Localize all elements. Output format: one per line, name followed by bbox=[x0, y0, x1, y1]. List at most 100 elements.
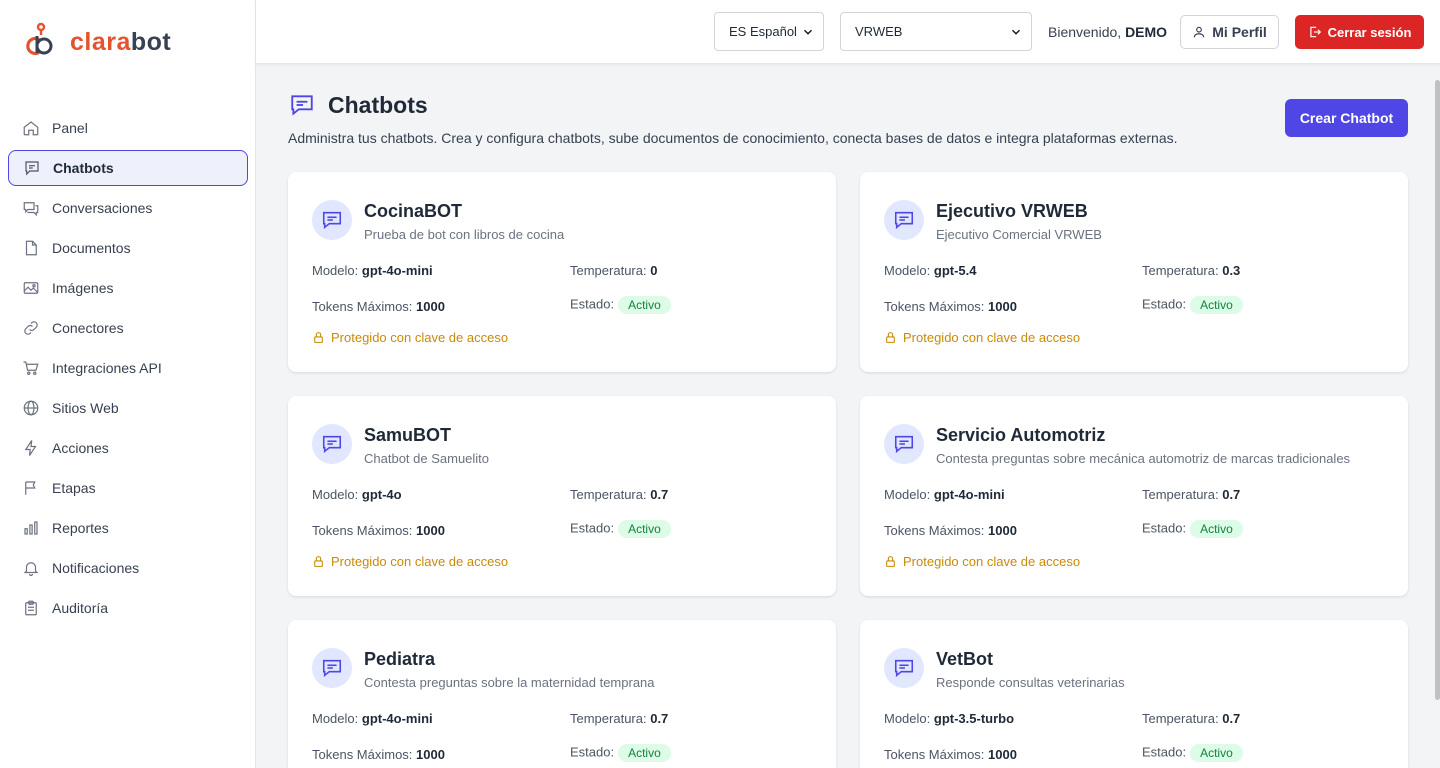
chat-icon bbox=[322, 435, 342, 453]
workspace-select-value: VRWEB bbox=[855, 24, 903, 39]
sidebar-item-label: Reportes bbox=[52, 520, 109, 536]
chatbot-status: Estado: Activo bbox=[570, 296, 671, 314]
chatbot-temperature: Temperatura: 0.7 bbox=[570, 487, 669, 502]
status-badge: Activo bbox=[1190, 520, 1243, 538]
sidebar-item-chatbots[interactable]: Chatbots bbox=[8, 150, 248, 186]
chatbot-model: Modelo: gpt-3.5-turbo bbox=[884, 711, 1015, 726]
chatbot-model: Modelo: gpt-5.4 bbox=[884, 263, 977, 278]
sidebar-item-label: Acciones bbox=[52, 440, 109, 456]
bar-chart-icon bbox=[24, 521, 38, 535]
sidebar-item-label: Imágenes bbox=[52, 280, 114, 296]
chatbot-card[interactable]: Pediatra Contesta preguntas sobre la mat… bbox=[288, 620, 836, 768]
page-title: Chatbots bbox=[328, 92, 428, 118]
bell-icon bbox=[23, 562, 39, 577]
chatbot-card[interactable]: SamuBOT Chatbot de Samuelito Modelo: gpt… bbox=[288, 396, 836, 596]
sidebar-item-imagenes[interactable]: Imágenes bbox=[8, 270, 248, 306]
chatbot-avatar bbox=[312, 424, 352, 464]
link-icon bbox=[24, 321, 38, 335]
chatbot-description: Contesta preguntas sobre mecánica automo… bbox=[936, 451, 1351, 466]
profile-button-label: Mi Perfil bbox=[1212, 24, 1267, 40]
sidebar-item-reportes[interactable]: Reportes bbox=[8, 510, 248, 546]
chatbot-avatar bbox=[884, 648, 924, 688]
protected-notice: Protegido con clave de acceso bbox=[312, 554, 508, 569]
chat-icon bbox=[322, 211, 342, 229]
chatbot-max-tokens: Tokens Máximos: 1000 bbox=[312, 747, 445, 762]
sidebar-item-label: Auditoría bbox=[52, 600, 109, 616]
chatbot-model: Modelo: gpt-4o bbox=[312, 487, 402, 502]
chatbot-name: Ejecutivo VRWEB bbox=[936, 201, 1088, 221]
page-description: Administra tus chatbots. Crea y configur… bbox=[288, 130, 1178, 146]
welcome-message: Bienvenido, DEMO bbox=[1048, 24, 1167, 40]
language-select-value: ES Español bbox=[729, 24, 797, 39]
lock-icon bbox=[886, 556, 895, 567]
sidebar-item-conversaciones[interactable]: Conversaciones bbox=[8, 190, 248, 226]
cart-icon bbox=[23, 361, 39, 375]
workspace-select[interactable]: VRWEB bbox=[840, 12, 1032, 51]
logo-icon bbox=[26, 22, 53, 56]
sidebar-item-auditoria[interactable]: Auditoría bbox=[8, 590, 248, 626]
chatbot-card[interactable]: VetBot Responde consultas veterinarias M… bbox=[860, 620, 1408, 768]
chatbot-status: Estado: Activo bbox=[1142, 744, 1243, 762]
chatbot-model: Modelo: gpt-4o-mini bbox=[312, 263, 433, 278]
sidebar-item-label: Sitios Web bbox=[52, 400, 119, 416]
chatbot-status: Estado: Activo bbox=[570, 520, 671, 538]
chat-icon bbox=[25, 161, 39, 176]
status-badge: Activo bbox=[618, 520, 671, 538]
profile-button[interactable]: Mi Perfil bbox=[1180, 15, 1279, 49]
chat-icon bbox=[291, 95, 313, 116]
user-icon bbox=[1194, 26, 1205, 38]
sidebar-item-panel[interactable]: Panel bbox=[8, 110, 248, 146]
chat-icon bbox=[894, 435, 914, 453]
chatbot-avatar bbox=[884, 424, 924, 464]
chatbot-description: Responde consultas veterinarias bbox=[936, 675, 1125, 690]
chatbot-description: Ejecutivo Comercial VRWEB bbox=[936, 227, 1102, 242]
language-select[interactable]: ES Español bbox=[714, 12, 824, 51]
create-chatbot-button[interactable]: Crear Chatbot bbox=[1285, 99, 1408, 137]
sidebar-item-acciones[interactable]: Acciones bbox=[8, 430, 248, 466]
chatbot-max-tokens: Tokens Máximos: 1000 bbox=[884, 299, 1017, 314]
lock-icon bbox=[314, 556, 323, 567]
conversations-icon bbox=[23, 202, 39, 217]
sidebar-item-sitios-web[interactable]: Sitios Web bbox=[8, 390, 248, 426]
logout-button-label: Cerrar sesión bbox=[1327, 24, 1412, 40]
chevron-down-icon bbox=[1011, 29, 1021, 35]
chatbot-card[interactable]: Servicio Automotriz Contesta preguntas s… bbox=[860, 396, 1408, 596]
logout-button[interactable]: Cerrar sesión bbox=[1295, 15, 1424, 49]
sidebar-item-label: Etapas bbox=[52, 480, 96, 496]
chatbot-description: Chatbot de Samuelito bbox=[364, 451, 490, 466]
chatbot-temperature: Temperatura: 0.7 bbox=[1142, 487, 1241, 502]
chatbot-avatar bbox=[312, 200, 352, 240]
clipboard-icon bbox=[25, 600, 37, 616]
chatbot-status: Estado: Activo bbox=[1142, 296, 1243, 314]
chatbot-card[interactable]: Ejecutivo VRWEB Ejecutivo Comercial VRWE… bbox=[860, 172, 1408, 372]
chatbot-name: Servicio Automotriz bbox=[936, 425, 1106, 445]
sidebar-item-integraciones-api[interactable]: Integraciones API bbox=[8, 350, 248, 386]
sidebar-item-documentos[interactable]: Documentos bbox=[8, 230, 248, 266]
status-badge: Activo bbox=[618, 296, 671, 314]
chatbot-avatar bbox=[884, 200, 924, 240]
chatbot-temperature: Temperatura: 0.7 bbox=[570, 711, 669, 726]
sidebar-item-conectores[interactable]: Conectores bbox=[8, 310, 248, 346]
sidebar-item-label: Conversaciones bbox=[52, 200, 153, 216]
sidebar-item-label: Integraciones API bbox=[52, 360, 162, 376]
chat-icon bbox=[894, 659, 914, 677]
protected-notice: Protegido con clave de acceso bbox=[312, 330, 508, 345]
bolt-icon bbox=[24, 440, 37, 456]
sidebar-item-notificaciones[interactable]: Notificaciones bbox=[8, 550, 248, 586]
chatbot-model: Modelo: gpt-4o-mini bbox=[312, 711, 433, 726]
top-header: ES Español VRWEB Bienvenido, DEMO Mi Per… bbox=[256, 0, 1440, 64]
protected-notice: Protegido con clave de acceso bbox=[884, 330, 1080, 345]
welcome-text: Bienvenido, bbox=[1048, 24, 1122, 40]
image-icon bbox=[23, 282, 39, 294]
logo[interactable]: clarabot bbox=[20, 22, 171, 62]
chatbot-max-tokens: Tokens Máximos: 1000 bbox=[884, 523, 1017, 538]
vertical-scrollbar[interactable] bbox=[1435, 80, 1440, 700]
chatbot-card[interactable]: CocinaBOT Prueba de bot con libros de co… bbox=[288, 172, 836, 372]
sidebar-item-etapas[interactable]: Etapas bbox=[8, 470, 248, 506]
chat-icon bbox=[322, 659, 342, 677]
chatbot-status: Estado: Activo bbox=[1142, 520, 1243, 538]
chatbot-name: VetBot bbox=[936, 649, 994, 669]
chatbot-name: Pediatra bbox=[364, 649, 436, 669]
status-badge: Activo bbox=[1190, 744, 1243, 762]
chatbot-temperature: Temperatura: 0.3 bbox=[1142, 263, 1241, 278]
